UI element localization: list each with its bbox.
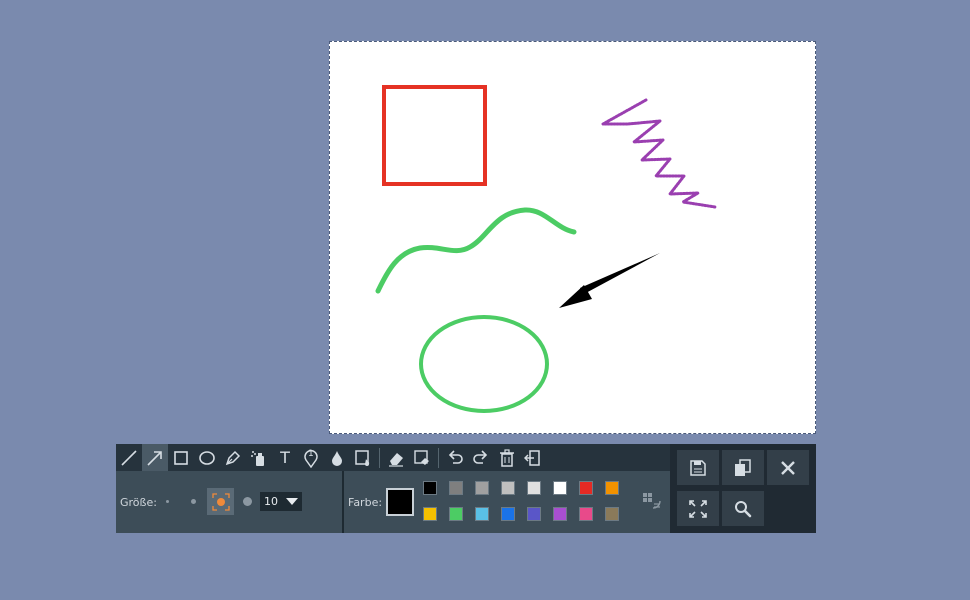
current-color-swatch[interactable] [386, 488, 414, 516]
undo-button[interactable] [442, 444, 468, 471]
canvas-drawing [375, 85, 717, 413]
exit-icon [524, 449, 540, 466]
fullscreen-button[interactable] [677, 491, 719, 526]
fullscreen-icon [689, 499, 707, 518]
color-palette-icon [643, 493, 661, 509]
line-icon [121, 449, 137, 466]
color-swatch[interactable] [527, 481, 541, 495]
copy-icon [735, 458, 751, 476]
ellipse-icon [199, 450, 215, 465]
line-tool[interactable] [116, 444, 142, 471]
color-swatch[interactable] [475, 507, 489, 521]
fill-icon [355, 449, 370, 466]
tool-row: T 1 [116, 444, 670, 471]
spray-icon [251, 450, 264, 466]
erase-area-icon [414, 449, 429, 465]
color-panel: Farbe: [344, 471, 670, 533]
text-icon: T [280, 448, 290, 467]
drop-icon [332, 450, 342, 466]
spray-tool[interactable] [246, 444, 272, 471]
redo-icon [473, 449, 488, 464]
search-icon [735, 500, 752, 517]
rectangle-tool[interactable] [168, 444, 194, 471]
drawing-canvas[interactable] [329, 41, 816, 434]
color-swatch[interactable] [553, 507, 567, 521]
ellipse-tool[interactable] [194, 444, 220, 471]
save-icon [690, 459, 706, 476]
color-swatch[interactable] [423, 481, 437, 495]
color-swatch[interactable] [501, 481, 515, 495]
tool-separator [438, 447, 439, 468]
size-option-medium-selected[interactable] [207, 488, 234, 515]
copy-button[interactable] [722, 450, 764, 485]
size-option-tiny[interactable] [166, 500, 169, 503]
numbered-marker-tool[interactable]: 1 [298, 444, 324, 471]
annotation-toolbar: T 1 Größe: 10 Farbe: [116, 444, 816, 533]
arrow-icon [147, 450, 162, 466]
tool-separator [379, 447, 380, 468]
action-panel [670, 444, 816, 533]
color-swatch[interactable] [449, 481, 463, 495]
color-swatch[interactable] [579, 481, 593, 495]
color-label: Farbe: [348, 496, 383, 509]
size-value: 10 [264, 495, 278, 508]
color-swatch[interactable] [579, 507, 593, 521]
black-arrow-shape [559, 253, 660, 308]
color-swatch[interactable] [605, 507, 619, 521]
eraser-icon [389, 452, 403, 467]
color-swatch[interactable] [527, 507, 541, 521]
arrow-tool[interactable] [142, 444, 168, 471]
size-panel: Größe: 10 [116, 471, 343, 533]
size-selected-icon [211, 492, 230, 511]
green-squiggle-shape [375, 207, 577, 294]
exit-button[interactable] [520, 444, 546, 471]
close-button[interactable] [767, 450, 809, 485]
delete-button[interactable] [494, 444, 520, 471]
trash-icon [500, 448, 514, 467]
text-tool[interactable]: T [272, 444, 298, 471]
color-swatch[interactable] [605, 481, 619, 495]
erase-area-tool[interactable] [409, 444, 435, 471]
color-swatch[interactable] [553, 481, 567, 495]
color-swatch[interactable] [475, 481, 489, 495]
size-option-small[interactable] [191, 499, 196, 504]
redo-button[interactable] [468, 444, 494, 471]
eraser-tool[interactable] [383, 444, 409, 471]
size-dropdown[interactable]: 10 [260, 492, 302, 511]
pen-tool[interactable] [220, 444, 246, 471]
save-button[interactable] [677, 450, 719, 485]
purple-spray-shape [601, 98, 717, 209]
search-button[interactable] [722, 491, 764, 526]
color-swatch[interactable] [501, 507, 515, 521]
marker-number: 1 [308, 449, 314, 459]
pen-icon [225, 450, 241, 465]
red-rectangle-shape [382, 85, 487, 186]
size-label: Größe: [120, 496, 157, 509]
close-icon [781, 460, 795, 475]
chevron-down-icon [286, 498, 298, 505]
size-option-large[interactable] [243, 497, 252, 506]
blur-tool[interactable] [324, 444, 350, 471]
fill-tool[interactable] [350, 444, 376, 471]
color-swatch[interactable] [449, 507, 463, 521]
custom-color-button[interactable] [642, 491, 662, 515]
undo-icon [448, 449, 463, 464]
green-ellipse-shape [419, 315, 549, 413]
rectangle-icon [174, 450, 188, 465]
color-swatch[interactable] [423, 507, 437, 521]
